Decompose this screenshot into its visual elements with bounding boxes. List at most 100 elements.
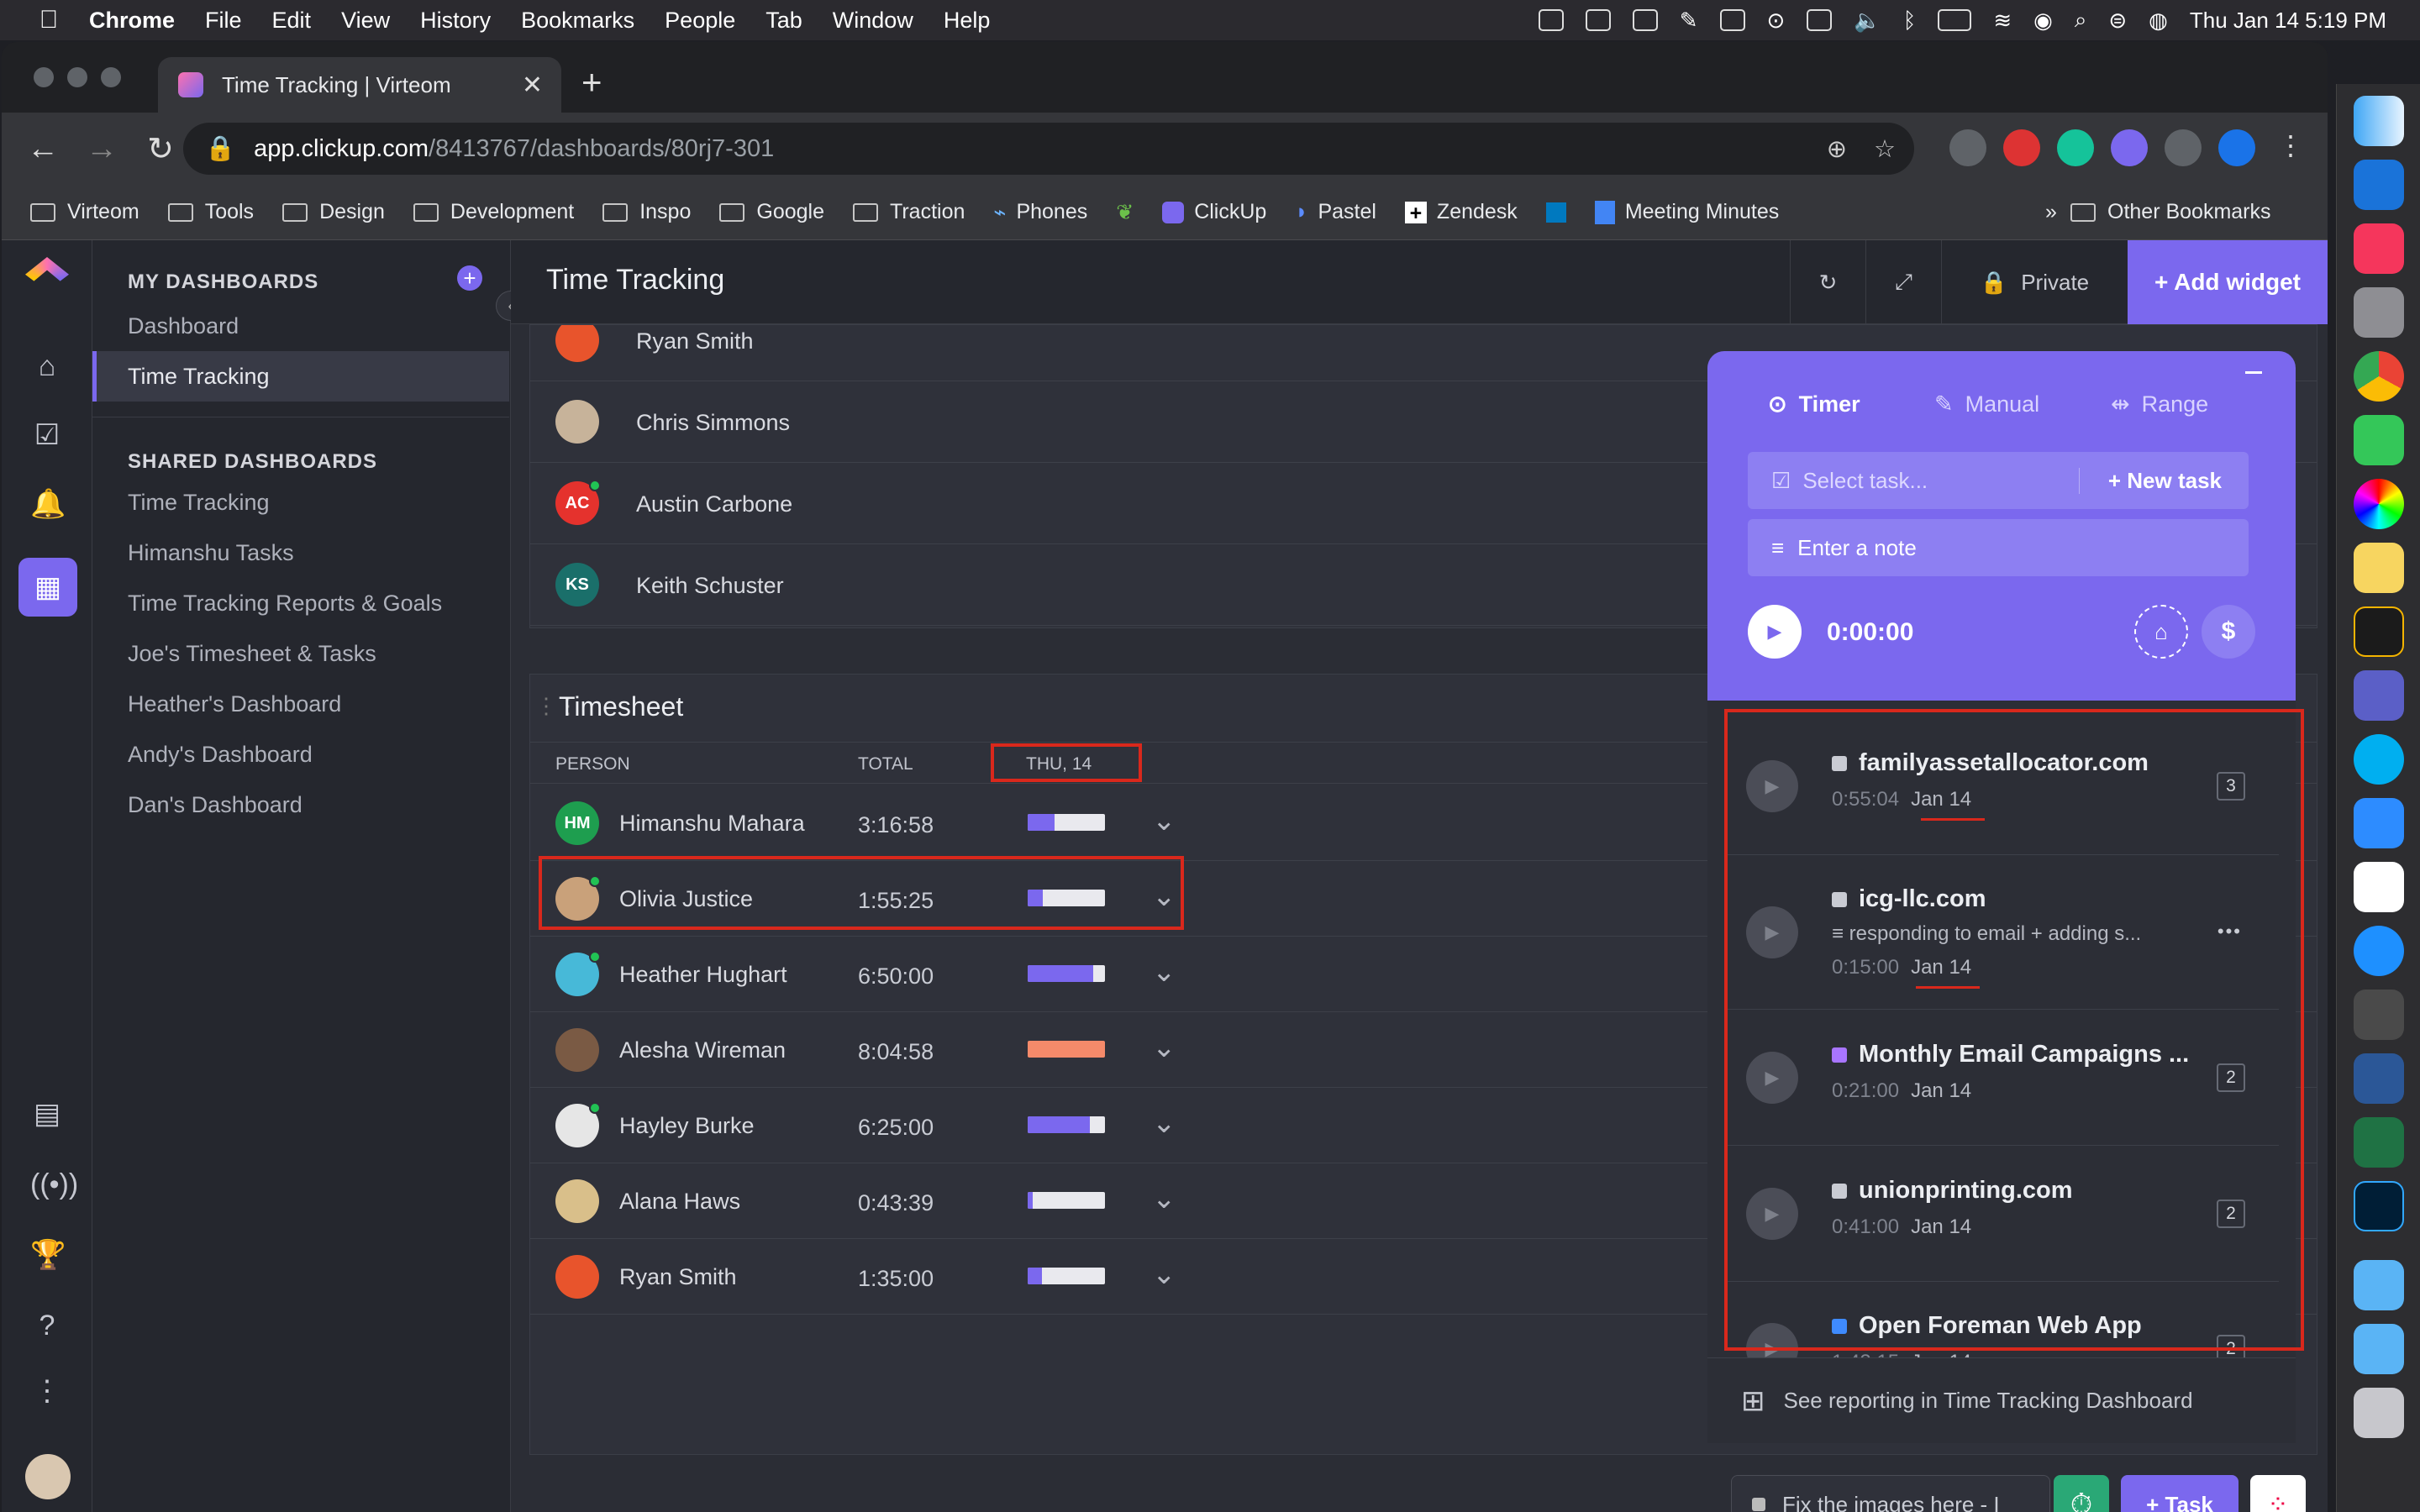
grammarly-icon[interactable] [2057, 129, 2094, 166]
menu-view[interactable]: View [341, 8, 390, 34]
billable-dollar-button[interactable]: $ [2202, 605, 2255, 659]
bookmark-link[interactable]: ❦ [1116, 200, 1134, 225]
home-icon[interactable]: ⌂ [30, 349, 64, 383]
sidebar-item-joes-timesheet[interactable]: Joe's Timesheet & Tasks [92, 628, 509, 679]
more-icon[interactable]: ⋮ [30, 1374, 64, 1408]
memory-icon[interactable] [1807, 9, 1833, 31]
system-preferences-icon[interactable] [2354, 287, 2404, 338]
menu-help[interactable]: Help [944, 8, 991, 34]
notes-icon[interactable] [2354, 543, 2404, 593]
music-icon[interactable] [2354, 223, 2404, 274]
time-bar[interactable] [1028, 814, 1105, 831]
time-bar[interactable] [1028, 1268, 1105, 1284]
volume-icon[interactable]: 🔈 [1854, 8, 1881, 34]
applications-folder-icon[interactable] [2354, 1324, 2404, 1374]
chrome-menu-icon[interactable]: ⋮ [2277, 129, 2304, 161]
sidebar-item-reports-goals[interactable]: Time Tracking Reports & Goals [92, 578, 509, 628]
new-tab-button[interactable]: + [581, 62, 602, 102]
excel-icon[interactable] [2354, 1117, 2404, 1168]
cloud-extension-icon[interactable] [2003, 129, 2040, 166]
menu-edit[interactable]: Edit [272, 8, 312, 34]
stopwatch-button[interactable]: ⏱ [2054, 1475, 2109, 1512]
siri-icon[interactable]: ◍ [2149, 8, 2168, 34]
apple-icon[interactable]:  [25, 6, 72, 34]
sidebar-item-time-tracking[interactable]: Time Tracking [92, 351, 509, 402]
maximize-window-button[interactable] [101, 67, 121, 87]
safari-icon[interactable] [2354, 926, 2404, 976]
chevron-down-icon[interactable]: ⌄ [1152, 1106, 1176, 1140]
tab-manual[interactable]: ✎ Manual [1934, 391, 2039, 417]
browser-tab-active[interactable]: Time Tracking | Virteom ✕ [158, 57, 561, 113]
fullscreen-icon[interactable]: ⤢ [1865, 240, 1941, 324]
photoshop-icon[interactable] [2354, 1181, 2404, 1231]
tasks-checkbox-icon[interactable]: ☑ [30, 418, 64, 452]
skype-icon[interactable] [2354, 734, 2404, 785]
wifi-icon[interactable]: ≋ [1993, 8, 2012, 34]
zoom-icon[interactable] [2354, 798, 2404, 848]
chevron-down-icon[interactable]: ⌄ [1152, 1031, 1176, 1064]
sidebar-item-dashboard[interactable]: Dashboard [92, 301, 509, 351]
keeper-icon[interactable] [2354, 606, 2404, 657]
tab-range[interactable]: ⇹ Range [2111, 391, 2208, 417]
play-circle-icon[interactable]: ⊙ [1767, 8, 1786, 34]
bookmark-link[interactable]: ClickUp [1162, 200, 1266, 224]
address-bar[interactable]: 🔒 app.clickup.com /8413767/dashboards/80… [183, 123, 1914, 175]
menu-people[interactable]: People [665, 8, 735, 34]
bookmark-link[interactable] [1545, 202, 1566, 223]
private-toggle[interactable]: 🔒 Private [1941, 240, 2128, 324]
camera-icon[interactable] [1585, 9, 1611, 31]
calendar-icon[interactable] [1719, 9, 1745, 31]
chevron-down-icon[interactable]: ⌄ [1152, 1257, 1176, 1291]
notifications-bell-icon[interactable]: 🔔 [30, 487, 66, 521]
chevron-down-icon[interactable]: ⌄ [1152, 1182, 1176, 1215]
tags-icon[interactable]: ⌂ [2134, 605, 2188, 659]
chevron-down-icon[interactable]: ⌄ [1152, 804, 1176, 837]
messages-icon[interactable] [2354, 415, 2404, 465]
add-widget-button[interactable]: + Add widget [2128, 240, 2328, 324]
help-icon[interactable]: ? [30, 1309, 64, 1342]
menu-app-name[interactable]: Chrome [89, 8, 175, 34]
goals-trophy-icon[interactable]: 🏆 [30, 1238, 66, 1272]
battery-icon[interactable] [1938, 9, 1972, 31]
profile-avatar-icon[interactable] [2218, 129, 2255, 166]
outlook-icon[interactable] [2354, 160, 2404, 210]
screen-icon[interactable] [1538, 9, 1564, 31]
refresh-icon[interactable]: ↻ [1790, 240, 1865, 324]
bookmark-folder[interactable]: Google [719, 200, 824, 224]
menu-tab[interactable]: Tab [765, 8, 802, 34]
dashboards-icon[interactable]: ▦ [18, 558, 77, 617]
menu-file[interactable]: File [205, 8, 242, 34]
add-dashboard-icon[interactable]: + [457, 265, 482, 291]
minimize-icon[interactable] [2245, 371, 2262, 374]
sidebar-item-himanshu-tasks[interactable]: Himanshu Tasks [92, 528, 509, 578]
task-tray[interactable]: Fix the images here - I [1731, 1475, 2050, 1512]
star-icon[interactable]: ☆ [1874, 134, 1896, 164]
menu-datetime[interactable]: Thu Jan 14 5:19 PM [2190, 8, 2386, 34]
user-avatar[interactable] [25, 1454, 71, 1499]
more-bookmarks-icon[interactable]: » [2045, 200, 2057, 224]
docs-icon[interactable]: ▤ [30, 1097, 64, 1131]
sidebar-item-shared-time-tracking[interactable]: Time Tracking [92, 477, 509, 528]
bookmark-folder[interactable]: Design [282, 200, 385, 224]
apps-grid-icon[interactable]: ⁘ [2250, 1475, 2306, 1512]
forward-icon[interactable]: → [84, 131, 119, 167]
time-bar[interactable] [1028, 965, 1105, 982]
eyedropper-icon[interactable]: ✎ [1680, 8, 1698, 34]
bookmark-folder[interactable]: Virteom [30, 200, 139, 224]
bookmark-link[interactable]: Meeting Minutes [1594, 200, 1779, 224]
tab-timer[interactable]: ⊙ Timer [1768, 391, 1860, 417]
close-window-button[interactable] [34, 67, 54, 87]
shield-icon[interactable] [1632, 9, 1658, 31]
menu-bookmarks[interactable]: Bookmarks [521, 8, 634, 34]
pulse-icon[interactable]: ((•)) [30, 1168, 78, 1201]
bookmark-folder[interactable]: Development [413, 200, 574, 224]
bookmark-link[interactable]: ⌁ Phones [993, 200, 1087, 225]
teams-icon[interactable] [2354, 670, 2404, 721]
bookmark-link[interactable]: + Zendesk [1404, 200, 1518, 225]
bookmark-folder[interactable]: Traction [853, 200, 965, 224]
user-icon[interactable]: ◉ [2033, 8, 2053, 34]
time-bar[interactable] [1028, 1041, 1105, 1058]
reporting-link[interactable]: ⊞ See reporting in Time Tracking Dashboa… [1707, 1357, 2296, 1443]
new-task-button-bottom[interactable]: + Task [2121, 1475, 2238, 1512]
calculator-icon[interactable] [2354, 990, 2404, 1040]
